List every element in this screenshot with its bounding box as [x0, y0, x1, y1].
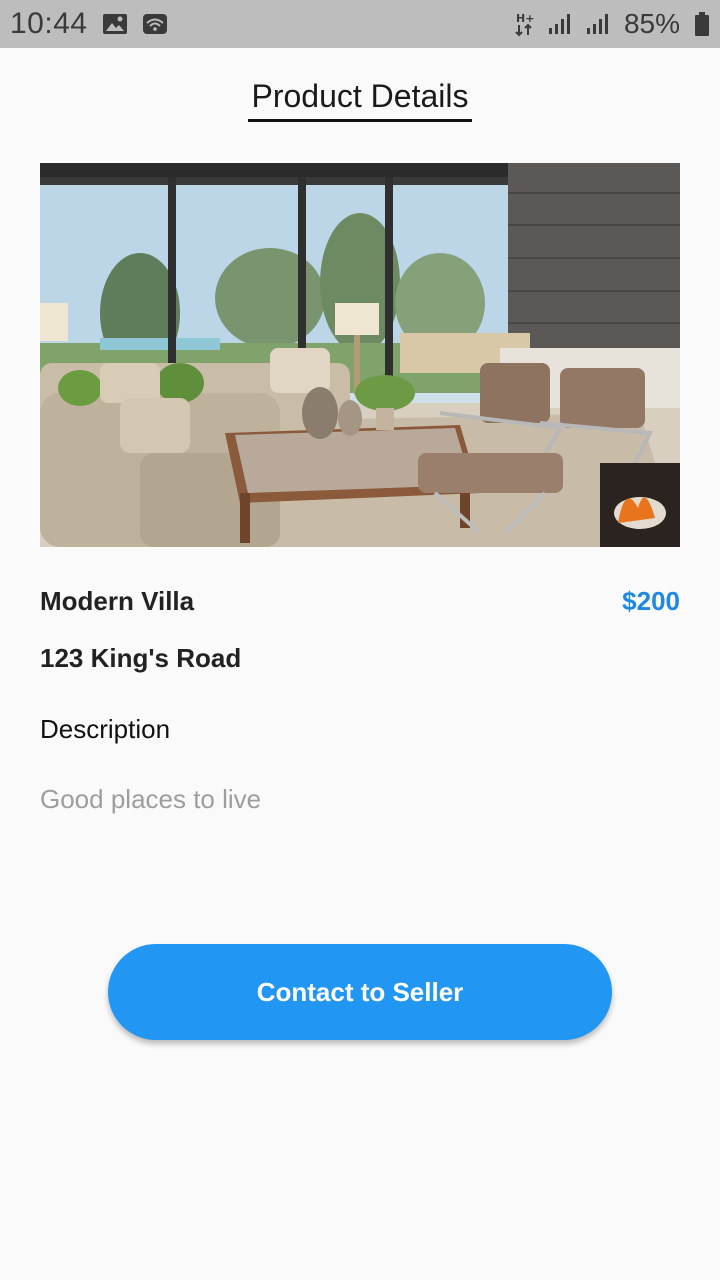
status-time: 10:44	[10, 7, 88, 40]
data-arrows-icon: H+	[514, 11, 534, 37]
battery-icon	[694, 11, 710, 37]
contact-seller-button[interactable]: Contact to Seller	[108, 944, 612, 1040]
page-title: Product Details	[247, 78, 473, 122]
wifi-icon	[142, 13, 168, 35]
product-name: Modern Villa	[40, 586, 195, 616]
description-heading: Description	[40, 714, 171, 744]
product-price: $200	[622, 586, 680, 616]
product-address: 123 King's Road	[40, 643, 242, 673]
battery-percent: 85%	[623, 8, 680, 39]
product-image	[40, 163, 680, 547]
product-header-row: Modern Villa $200	[40, 586, 680, 617]
living-room-photo	[40, 163, 680, 547]
signal-icon	[548, 13, 572, 35]
svg-text:H+: H+	[516, 12, 534, 25]
image-icon	[102, 13, 128, 35]
header: Product Details	[0, 78, 720, 122]
description-text: Good places to live	[40, 784, 262, 814]
signal-icon	[586, 13, 610, 35]
status-bar: 10:44 H+ 85%	[0, 0, 720, 48]
